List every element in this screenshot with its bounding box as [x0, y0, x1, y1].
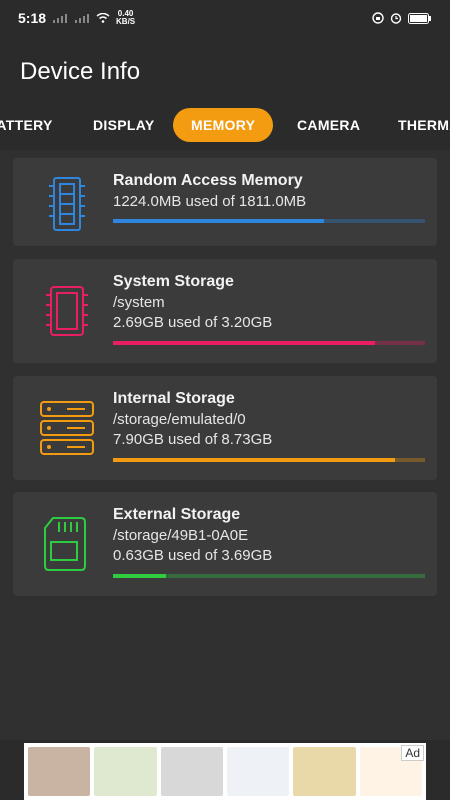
system-storage-path: /system [113, 294, 165, 311]
internal-storage-card[interactable]: Internal Storage /storage/emulated/0 7.9… [13, 376, 437, 480]
internal-storage-title: Internal Storage [113, 390, 235, 407]
system-storage-usage: 2.69GB used of 3.20GB [113, 314, 273, 331]
ad-image-boots[interactable] [160, 747, 223, 796]
status-time: 5:18 [18, 10, 47, 26]
tab-battery[interactable]: BATTERY [0, 108, 53, 142]
ram-usage: 1224.0MB used of 1811.0MB [113, 193, 307, 210]
ram-title: Random Access Memory [113, 172, 303, 189]
tab-thermal[interactable]: THERMAL [398, 108, 450, 142]
internal-storage-usage: 7.90GB used of 8.73GB [113, 431, 273, 448]
app-title: Device Info [20, 58, 141, 85]
cpu-chip-icon [46, 286, 88, 336]
battery-icon [408, 12, 431, 24]
ram-progress-fill [113, 219, 324, 223]
ram-info: Random Access Memory 1224.0MB used of 18… [113, 172, 425, 213]
ad-label[interactable]: Ad [401, 745, 424, 761]
alarm-icon [390, 13, 402, 24]
app-header: Device Info [0, 36, 450, 108]
sd-card-icon [44, 517, 86, 571]
external-storage-title: External Storage [113, 506, 241, 523]
external-storage-path: /storage/49B1-0A0E [113, 527, 249, 544]
tab-memory[interactable]: MEMORY [173, 108, 274, 142]
status-bar: 5:18 0.40 KB/S [0, 0, 450, 36]
tab-camera[interactable]: CAMERA [297, 108, 360, 142]
tab-bar: BATTERY DISPLAY MEMORY CAMERA THERMAL [0, 104, 450, 148]
external-storage-usage: 0.63GB used of 3.69GB [113, 547, 273, 564]
lock-rotation-icon [372, 12, 384, 24]
ad-image-sandals[interactable] [28, 747, 91, 796]
ram-progress-bar [113, 219, 425, 223]
internal-storage-info: Internal Storage /storage/emulated/0 7.9… [113, 390, 425, 451]
tab-display[interactable]: DISPLAY [93, 108, 155, 142]
external-storage-card[interactable]: External Storage /storage/49B1-0A0E 0.63… [13, 492, 437, 596]
ram-card[interactable]: Random Access Memory 1224.0MB used of 18… [13, 158, 437, 246]
wifi-icon [96, 13, 110, 23]
internal-storage-progress-fill [113, 458, 396, 462]
ram-icon [49, 177, 85, 231]
external-storage-progress-fill [113, 574, 167, 578]
ad-image-sneaker[interactable] [94, 747, 157, 796]
ad-image-machine[interactable] [293, 747, 356, 796]
system-storage-title: System Storage [113, 273, 234, 290]
system-storage-card[interactable]: System Storage /system 2.69GB used of 3.… [13, 259, 437, 363]
ad-image-thermometer[interactable] [226, 747, 290, 796]
system-storage-progress-fill [113, 341, 376, 345]
net-speed: 0.40 KB/S [116, 10, 135, 26]
net-speed-unit: KB/S [116, 17, 136, 26]
external-storage-progress-bar [113, 574, 425, 578]
signal-icon [53, 14, 68, 23]
server-icon [40, 401, 94, 455]
signal-icon-2 [75, 14, 90, 23]
external-storage-info: External Storage /storage/49B1-0A0E 0.63… [113, 506, 425, 567]
system-storage-info: System Storage /system 2.69GB used of 3.… [113, 273, 425, 334]
ad-banner[interactable]: Ad [24, 743, 426, 800]
system-storage-progress-bar [113, 341, 425, 345]
internal-storage-path: /storage/emulated/0 [113, 411, 246, 428]
memory-content: Random Access Memory 1224.0MB used of 18… [0, 150, 450, 740]
internal-storage-progress-bar [113, 458, 425, 462]
